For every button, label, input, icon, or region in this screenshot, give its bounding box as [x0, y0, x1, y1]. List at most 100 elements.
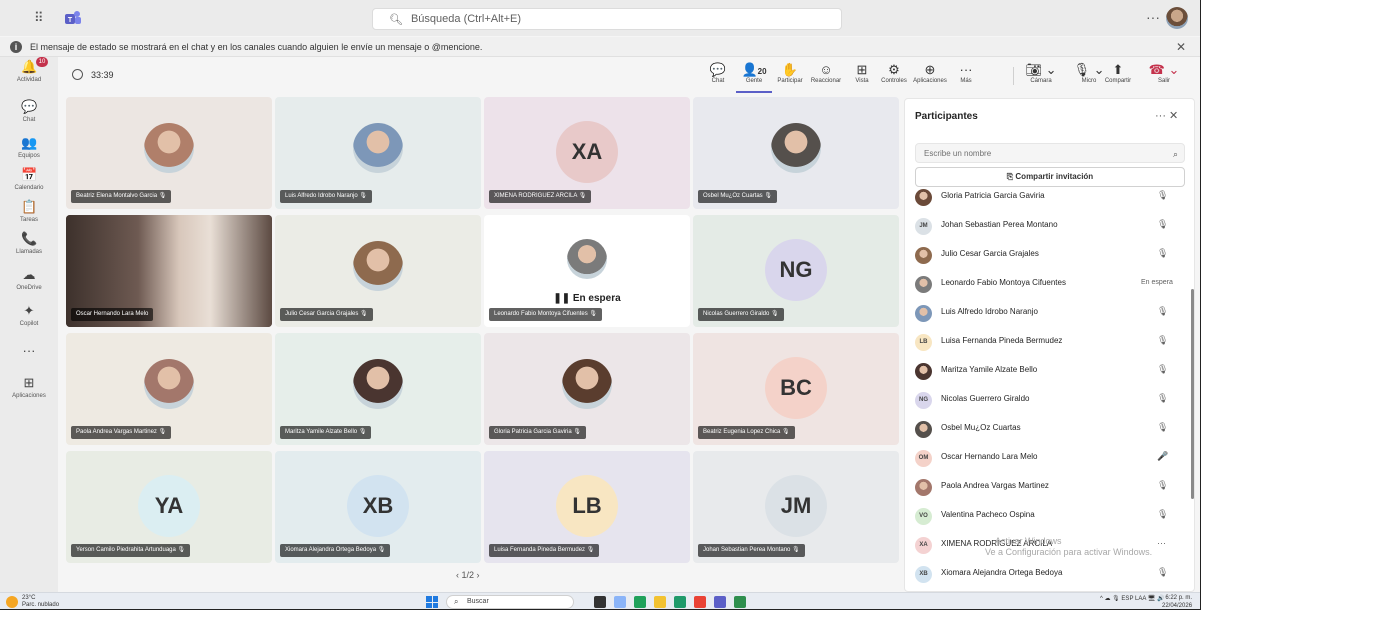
participant-tile[interactable]: NG Nicolas Guerrero Giraldo 🎙 — [693, 215, 899, 327]
participant-tile[interactable]: YA Yerson Camilo Piedrahita Artunduaga 🎙 — [66, 451, 272, 563]
rail-item-calendario[interactable]: 📅 Calendario — [0, 167, 58, 191]
participant-tile[interactable]: LB Luisa Fernanda Pineda Bermudez 🎙 — [484, 451, 690, 563]
participant-tile[interactable]: Gloria Patricia Garcia Gaviria 🎙 — [484, 333, 690, 445]
participant-tile[interactable]: JM Johan Sebastian Perea Montano 🎙 — [693, 451, 899, 563]
participant-tile[interactable]: Oscar Hernando Lara Melo — [66, 215, 272, 327]
avatar — [144, 359, 194, 409]
participant-tile[interactable]: Julio Cesar Garcia Grajales 🎙 — [275, 215, 481, 327]
rail-item-actividad[interactable]: 🔔 Actividad 10 — [0, 57, 58, 83]
participant-search-input[interactable]: Escribe un nombre ⌕ — [915, 143, 1185, 163]
mic-status-icon: 🎙 — [1157, 364, 1169, 374]
file-explorer-icon[interactable] — [654, 596, 666, 608]
participant-avatar — [915, 479, 932, 496]
participant-tile[interactable]: Osbel Mu¿Oz Cuartas 🎙 — [693, 97, 899, 209]
participant-row[interactable]: Luis Alfredo Idrobo Naranjo 🎙 — [905, 299, 1194, 328]
task-view-icon[interactable] — [594, 596, 606, 608]
participant-row[interactable]: Leonardo Fabio Montoya Cifuentes En esper… — [905, 270, 1194, 299]
participant-tile[interactable]: BC Beatriz Eugenia Lopez Chica 🎙 — [693, 333, 899, 445]
rail-item-llamadas[interactable]: 📞 Llamadas — [0, 231, 58, 255]
emoji-icon: ☺ — [819, 62, 833, 77]
participant-name-label: Luisa Fernanda Pineda Bermudez 🎙 — [489, 544, 600, 557]
participant-tile[interactable]: ❚❚ En espera Leonardo Fabio Montoya Cifue… — [484, 215, 690, 327]
rail-item-chat[interactable]: 💬 Chat — [0, 99, 58, 123]
participant-name: Xiomara Alejandra Ortega Bedoya — [941, 568, 1063, 577]
teams-taskbar-icon[interactable] — [714, 596, 726, 608]
start-button[interactable] — [426, 596, 438, 608]
page-navigation[interactable]: ‹ 1/2 › — [456, 570, 480, 580]
more-options-button[interactable]: ··· — [1146, 9, 1160, 25]
participant-tile[interactable]: Beatriz Elena Montalvo Garcia 🎙 — [66, 97, 272, 209]
scrollbar[interactable] — [1191, 289, 1194, 499]
widgets-icon[interactable] — [614, 596, 626, 608]
mic-muted-icon: 🎙 — [358, 311, 368, 317]
camera-button[interactable]: 📷︎ ⌄ Cámara — [1018, 62, 1064, 84]
raise-hand-icon: ✋ — [781, 62, 799, 77]
participant-tile[interactable]: Paola Andrea Vargas Martinez 🎙 — [66, 333, 272, 445]
participant-row[interactable]: Gloria Patricia Garcia Gaviria 🎙 — [905, 183, 1194, 212]
participant-tile[interactable]: Luis Alfredo Idrobo Naranjo 🎙 — [275, 97, 481, 209]
participant-tile[interactable]: XB Xiomara Alejandra Ortega Bedoya 🎙 — [275, 451, 481, 563]
rail-item-more[interactable]: ··· — [0, 343, 58, 361]
participant-tile[interactable]: XA XIMENA RODRIGUEZ ARCILA 🎙 — [484, 97, 690, 209]
status-banner: i El mensaje de estado se mostrará en el… — [0, 37, 1200, 57]
participant-row[interactable]: Maritza Yamile Alzate Bello 🎙 — [905, 357, 1194, 386]
more-icon[interactable]: ··· — [1157, 538, 1166, 548]
teams-window: ⠿ T 🔍︎ Búsqueda (Ctrl+Alt+E) ··· i El me… — [0, 0, 1201, 610]
svg-text:T: T — [68, 17, 73, 24]
initials-avatar: JM — [765, 475, 827, 537]
edge-icon[interactable] — [634, 596, 646, 608]
participant-row[interactable]: JM Johan Sebastian Perea Montano 🎙 — [905, 212, 1194, 241]
excel-icon[interactable] — [734, 596, 746, 608]
participant-row[interactable]: XB Xiomara Alejandra Ortega Bedoya 🎙 — [905, 560, 1194, 589]
toolbar-aplicaciones-button[interactable]: ⊕ Aplicaciones — [912, 62, 948, 84]
windows-activation-watermark: Activar Windows Ve a Configuración para … — [985, 536, 1153, 557]
rail-item-onedrive[interactable]: ☁ OneDrive — [0, 267, 58, 291]
participant-avatar — [915, 189, 932, 206]
add-app-icon: ⊕ — [924, 62, 936, 77]
participant-row[interactable]: Osbel Mu¿Oz Cuartas 🎙 — [905, 415, 1194, 444]
system-tray[interactable]: ^ ☁ 🎙 ESP LAA 🖥 🔊 — [1100, 595, 1164, 602]
user-avatar[interactable] — [1166, 7, 1188, 29]
toolbar-controles-button[interactable]: ⚙ Controles — [876, 62, 912, 84]
rail-label: OneDrive — [16, 285, 42, 291]
participant-avatar: XA — [915, 537, 932, 554]
rail-item-equipos[interactable]: 👥 Equipos — [0, 135, 58, 159]
app-icon[interactable] — [674, 596, 686, 608]
apps-icon: ⊞ — [23, 375, 35, 390]
participant-row[interactable]: LB Luisa Fernanda Pineda Bermudez 🎙 — [905, 328, 1194, 357]
mic-muted-icon: 🎙 — [780, 429, 790, 435]
rail-label: Copilot — [19, 321, 39, 327]
panel-controls[interactable]: ··· ✕ — [1155, 109, 1178, 122]
toolbar-participar-button[interactable]: ✋ Participar — [772, 62, 808, 84]
rail-item-copilot[interactable]: ✦ Copilot — [0, 303, 58, 327]
toolbar-gente-button[interactable]: 👤20 Gente — [736, 62, 772, 93]
mic-status-icon: 🎙 — [1157, 422, 1169, 432]
participant-tile[interactable]: Maritza Yamile Alzate Bello 🎙 — [275, 333, 481, 445]
search-input[interactable]: 🔍︎ Búsqueda (Ctrl+Alt+E) — [372, 8, 842, 30]
mic-muted-icon: 🎙 — [156, 429, 167, 435]
participant-avatar — [915, 363, 932, 380]
participant-row[interactable]: VO Valentina Pacheco Ospina 🎙 — [905, 502, 1194, 531]
initials-avatar: YA — [138, 475, 200, 537]
toolbar-más-button[interactable]: ··· Más — [948, 62, 984, 84]
participant-row[interactable]: Paola Andrea Vargas Martinez 🎙 — [905, 473, 1194, 502]
panel-title: Participantes — [915, 111, 978, 122]
participant-row[interactable]: OM Oscar Hernando Lara Melo 🎤 — [905, 444, 1194, 473]
chrome-icon[interactable] — [694, 596, 706, 608]
more-icon: ··· — [22, 343, 36, 358]
clock[interactable]: 6:22 p. m. 22/04/2026 — [1162, 594, 1192, 609]
toolbar-chat-button[interactable]: 💬 Chat — [700, 62, 736, 84]
participant-row[interactable]: Julio Cesar Garcia Grajales 🎙 — [905, 241, 1194, 270]
app-launcher-icon[interactable]: ⠿ — [34, 11, 48, 25]
leave-button[interactable]: ☎ ⌄ Salir — [1144, 62, 1184, 84]
rail-item-tareas[interactable]: 📋 Tareas — [0, 199, 58, 223]
participant-row[interactable]: NG Nicolas Guerrero Giraldo 🎙 — [905, 386, 1194, 415]
taskbar-search[interactable]: ⌕ Buscar — [446, 595, 574, 609]
share-button[interactable]: ⬆ Compartir — [1096, 62, 1140, 84]
windows-taskbar: 23°C Parc. nublado ⌕ Buscar ^ ☁ 🎙 ESP LAA… — [0, 592, 1200, 609]
rail-item-aplicaciones[interactable]: ⊞ Aplicaciones — [0, 375, 58, 399]
participant-avatar — [915, 247, 932, 264]
toolbar-reaccionar-button[interactable]: ☺ Reaccionar — [808, 62, 844, 84]
close-icon[interactable]: ✕ — [1176, 40, 1186, 54]
toolbar-vista-button[interactable]: ⊞ Vista — [844, 62, 880, 84]
